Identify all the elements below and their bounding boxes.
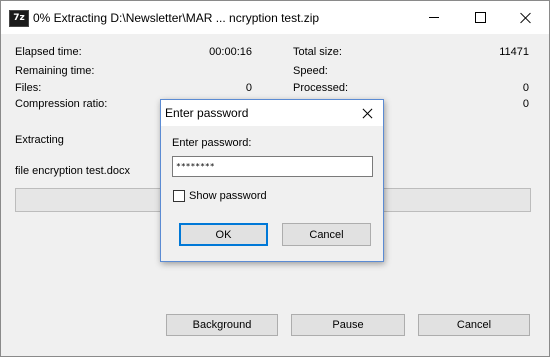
background-button[interactable]: Background <box>166 314 278 336</box>
current-file-name: file encryption test.docx <box>15 165 130 177</box>
files-value: 0 <box>245 82 252 94</box>
remaining-time-label: Remaining time: <box>15 65 95 77</box>
password-prompt-label: Enter password: <box>172 137 252 149</box>
dialog-title-bar[interactable]: Enter password <box>161 100 383 126</box>
ok-button[interactable]: OK <box>179 223 268 246</box>
window-title: 0% Extracting D:\Newsletter\MAR ... ncry… <box>33 11 320 25</box>
total-size-label: Total size: <box>293 46 342 58</box>
show-password-label[interactable]: Show password <box>189 190 267 202</box>
speed-label: Speed: <box>293 65 328 77</box>
dialog-title: Enter password <box>165 106 249 120</box>
compression-ratio-label: Compression ratio: <box>15 98 108 110</box>
packed-size-value: 0 <box>522 98 529 110</box>
pause-button[interactable]: Pause <box>291 314 405 336</box>
cancel-button[interactable]: Cancel <box>418 314 530 336</box>
minimize-button[interactable] <box>411 1 457 34</box>
dialog-close-button[interactable] <box>351 100 383 126</box>
processed-label: Processed: <box>293 82 349 94</box>
7zip-app-icon: 7z <box>9 10 29 27</box>
close-icon <box>520 12 532 24</box>
show-password-checkbox[interactable] <box>173 190 185 202</box>
maximize-button[interactable] <box>457 1 503 34</box>
password-field[interactable]: ******** <box>172 156 373 177</box>
enter-password-dialog: Enter password Enter password: ******** … <box>160 99 384 262</box>
maximize-icon <box>474 12 486 23</box>
status-action: Extracting <box>15 134 64 146</box>
dialog-cancel-button[interactable]: Cancel <box>282 223 371 246</box>
total-size-value: 11471 <box>499 46 529 58</box>
processed-value: 0 <box>522 82 529 94</box>
files-label: Files: <box>15 82 42 94</box>
close-icon <box>362 108 373 119</box>
close-button[interactable] <box>503 1 549 34</box>
elapsed-time-value: 00:00:16 <box>209 46 252 58</box>
elapsed-time-label: Elapsed time: <box>15 46 82 58</box>
minimize-icon <box>429 17 439 18</box>
title-bar[interactable]: 7z 0% Extracting D:\Newsletter\MAR ... n… <box>1 1 549 34</box>
